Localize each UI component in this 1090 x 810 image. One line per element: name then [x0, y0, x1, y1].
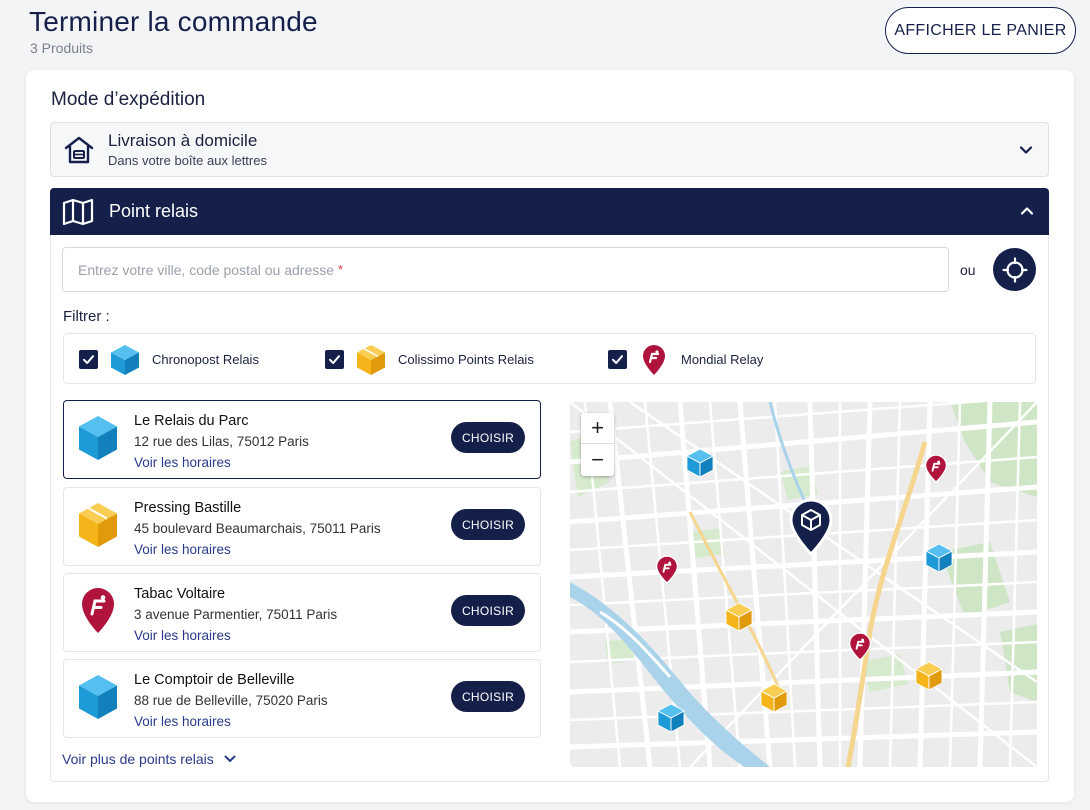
mondial-relay-map-pin[interactable] [847, 632, 873, 662]
relay-point-address: 45 boulevard Beaumarchais, 75011 Paris [134, 521, 381, 536]
chronopost-cube-icon [111, 344, 139, 375]
address-search-input[interactable] [62, 247, 949, 292]
relay-point-option[interactable]: Point relais [50, 188, 1049, 235]
show-more-label: Voir plus de points relais [62, 751, 214, 767]
relay-point-name: Tabac Voltaire [134, 586, 226, 602]
home-delivery-title: Livraison à domicile [108, 131, 258, 150]
relay-map[interactable]: + − [570, 402, 1037, 767]
colissimo-map-pin[interactable] [915, 660, 943, 692]
product-count: 3 Produits [30, 40, 94, 56]
crosshair-icon [1001, 256, 1028, 283]
zoom-out-button[interactable]: − [581, 444, 614, 475]
relay-point-card[interactable]: Pressing Bastille 45 boulevard Beaumarch… [63, 487, 541, 566]
shipping-section-title: Mode d’expédition [51, 89, 206, 110]
choose-button[interactable]: CHOISIR [451, 681, 525, 712]
chevron-down-icon [224, 755, 236, 762]
chronopost-map-pin[interactable] [686, 447, 714, 479]
colissimo-map-pin[interactable] [725, 601, 753, 633]
zoom-in-button[interactable]: + [581, 413, 614, 444]
relay-panel: * ou Filtrer : Chronopost Relais [50, 235, 1049, 782]
home-delivery-subtitle: Dans votre boîte aux lettres [108, 153, 267, 168]
checkbox-checked-icon[interactable] [325, 350, 344, 369]
map-icon [62, 198, 94, 226]
geolocate-button[interactable] [993, 248, 1036, 291]
selected-location-pin[interactable] [788, 498, 834, 556]
choose-button[interactable]: CHOISIR [451, 595, 525, 626]
opening-hours-link[interactable]: Voir les horaires [134, 455, 231, 470]
filter-chronopost[interactable]: Chronopost Relais [79, 334, 259, 385]
carrier-filter-bar: Chronopost Relais Colissimo Points Relai… [63, 333, 1036, 384]
relay-point-title: Point relais [109, 201, 199, 221]
zoom-control: + − [581, 413, 614, 476]
opening-hours-link[interactable]: Voir les horaires [134, 542, 231, 557]
filter-mondial[interactable]: Mondial Relay [608, 334, 763, 385]
relay-point-address: 12 rue des Lilas, 75012 Paris [134, 434, 309, 449]
filter-colissimo-label: Colissimo Points Relais [398, 352, 534, 367]
relay-point-card[interactable]: Le Comptoir de Belleville 88 rue de Bell… [63, 659, 541, 738]
opening-hours-link[interactable]: Voir les horaires [134, 714, 231, 729]
checkbox-checked-icon[interactable] [79, 350, 98, 369]
chevron-down-icon[interactable] [1018, 142, 1034, 158]
filter-colissimo[interactable]: Colissimo Points Relais [325, 334, 534, 385]
filter-label: Filtrer : [63, 308, 110, 325]
choose-button[interactable]: CHOISIR [451, 422, 525, 453]
relay-point-name: Le Comptoir de Belleville [134, 672, 295, 688]
chevron-up-icon[interactable] [1019, 203, 1035, 219]
choose-button[interactable]: CHOISIR [451, 509, 525, 540]
show-cart-button[interactable]: AFFICHER LE PANIER [885, 7, 1076, 54]
checkout-card: Mode d’expédition Livraison à domicile D… [26, 70, 1074, 802]
checkbox-checked-icon[interactable] [608, 350, 627, 369]
filter-chronopost-label: Chronopost Relais [152, 352, 259, 367]
colissimo-box-icon [79, 503, 117, 547]
page-title: Terminer la commande [29, 6, 318, 37]
house-icon [64, 136, 94, 164]
relay-point-name: Pressing Bastille [134, 500, 242, 516]
mondial-relay-pin-icon [643, 344, 665, 375]
show-more-relays-link[interactable]: Voir plus de points relais [62, 751, 237, 767]
chronopost-cube-icon [79, 675, 117, 719]
mondial-relay-map-pin[interactable] [923, 454, 949, 484]
relay-point-card[interactable]: Le Relais du Parc 12 rue des Lilas, 7501… [63, 400, 541, 479]
relay-point-address: 88 rue de Belleville, 75020 Paris [134, 693, 328, 708]
relay-point-address: 3 avenue Parmentier, 75011 Paris [134, 607, 338, 622]
chronopost-map-pin[interactable] [657, 702, 685, 734]
map-streets [570, 402, 1037, 767]
chronopost-cube-icon [79, 416, 117, 460]
mondial-relay-pin-icon [82, 588, 114, 633]
filter-mondial-label: Mondial Relay [681, 352, 764, 367]
home-delivery-option[interactable]: Livraison à domicile Dans votre boîte au… [50, 122, 1049, 177]
or-label: ou [960, 262, 976, 278]
relay-point-card[interactable]: Tabac Voltaire 3 avenue Parmentier, 7501… [63, 573, 541, 652]
colissimo-box-icon [357, 344, 385, 375]
chronopost-map-pin[interactable] [925, 542, 953, 574]
relay-point-name: Le Relais du Parc [134, 413, 249, 429]
mondial-relay-map-pin[interactable] [654, 555, 680, 585]
colissimo-map-pin[interactable] [760, 682, 788, 714]
opening-hours-link[interactable]: Voir les horaires [134, 628, 231, 643]
